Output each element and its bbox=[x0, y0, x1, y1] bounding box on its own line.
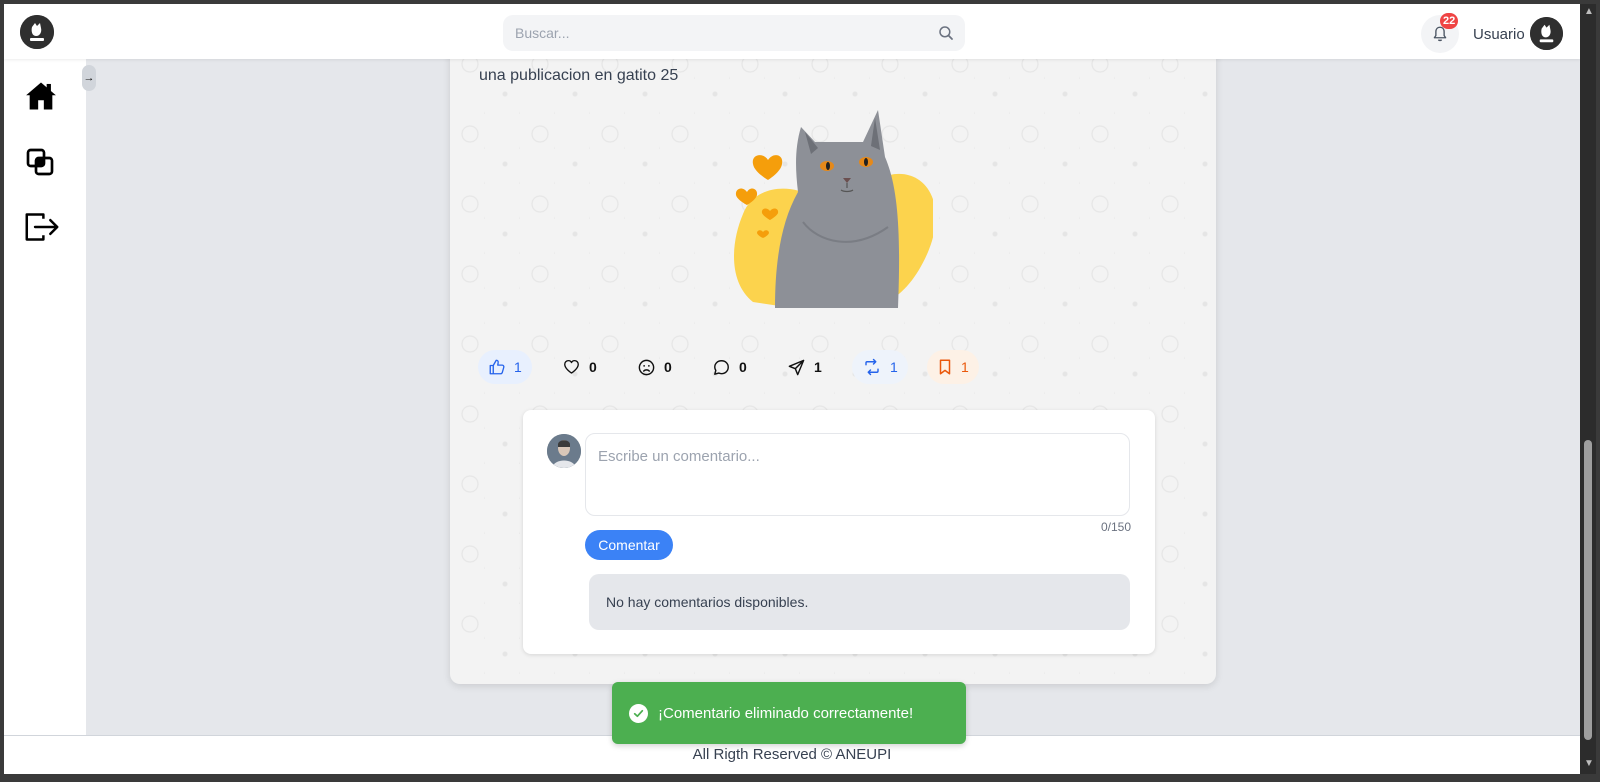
profile-photo-icon bbox=[547, 434, 581, 468]
layers-icon bbox=[26, 148, 54, 176]
username-label[interactable]: Usuario bbox=[1473, 26, 1525, 43]
repost-count: 1 bbox=[890, 359, 898, 375]
home-icon bbox=[26, 82, 56, 110]
sidebar-item-posts[interactable] bbox=[24, 146, 58, 180]
love-count: 0 bbox=[589, 359, 597, 375]
check-circle-icon bbox=[629, 703, 648, 723]
search-input[interactable] bbox=[503, 15, 923, 51]
scrollbar-thumb[interactable] bbox=[1584, 440, 1592, 740]
love-button[interactable]: 0 bbox=[552, 350, 607, 384]
thumbs-up-icon bbox=[489, 359, 505, 375]
bookmark-icon bbox=[939, 359, 951, 375]
search-bar bbox=[503, 15, 965, 51]
toast-message: ¡Comentario eliminado correctamente! bbox=[658, 704, 914, 722]
repost-button[interactable]: 1 bbox=[852, 350, 908, 384]
save-count: 1 bbox=[961, 359, 969, 375]
comments-count: 0 bbox=[739, 359, 747, 375]
empty-comments-message: No hay comentarios disponibles. bbox=[589, 574, 1130, 630]
top-navbar: 22 Usuario bbox=[4, 4, 1580, 59]
repost-icon bbox=[865, 358, 879, 376]
sidebar-collapse-toggle[interactable]: → bbox=[82, 65, 96, 91]
app-logo[interactable] bbox=[20, 15, 54, 49]
sidebar-item-home[interactable] bbox=[24, 79, 58, 113]
save-button[interactable]: 1 bbox=[927, 350, 979, 384]
scroll-up-arrow-icon[interactable]: ▲ bbox=[1584, 6, 1594, 17]
logout-icon bbox=[25, 213, 59, 241]
sad-button[interactable]: 0 bbox=[627, 350, 682, 384]
sad-face-icon bbox=[638, 359, 655, 375]
commenter-avatar bbox=[547, 434, 581, 468]
notification-badge: 22 bbox=[1440, 13, 1459, 29]
user-avatar[interactable] bbox=[1530, 17, 1563, 50]
success-toast[interactable]: ¡Comentario eliminado correctamente! bbox=[612, 682, 966, 744]
comment-bubble-icon bbox=[714, 359, 729, 375]
cat-avatar-icon bbox=[1530, 17, 1563, 50]
sad-count: 0 bbox=[664, 359, 672, 375]
cat-logo-icon bbox=[20, 15, 54, 49]
comment-section: 0/150 Comentar No hay comentarios dispon… bbox=[523, 410, 1155, 654]
search-icon[interactable] bbox=[937, 24, 955, 42]
page-scrollbar[interactable]: ▲ ▼ bbox=[1580, 4, 1596, 774]
send-icon bbox=[788, 359, 805, 375]
sidebar-item-logout[interactable] bbox=[24, 210, 59, 244]
comments-button[interactable]: 0 bbox=[702, 350, 757, 384]
submit-comment-button[interactable]: Comentar bbox=[585, 530, 673, 560]
post-image[interactable] bbox=[723, 102, 933, 308]
share-count: 1 bbox=[814, 359, 822, 375]
comment-input[interactable] bbox=[585, 433, 1130, 516]
heart-icon bbox=[564, 359, 579, 374]
post-text: una publicacion en gatito 25 bbox=[479, 67, 679, 84]
like-count: 1 bbox=[514, 359, 522, 375]
sidebar bbox=[4, 59, 86, 735]
share-button[interactable]: 1 bbox=[777, 350, 832, 384]
app-window: 22 Usuario bbox=[4, 4, 1580, 774]
footer-text: All Rigth Reserved © ANEUPI bbox=[692, 746, 892, 763]
like-button[interactable]: 1 bbox=[478, 350, 532, 384]
character-counter: 0/150 bbox=[1100, 520, 1131, 534]
scroll-down-arrow-icon[interactable]: ▼ bbox=[1584, 758, 1594, 769]
